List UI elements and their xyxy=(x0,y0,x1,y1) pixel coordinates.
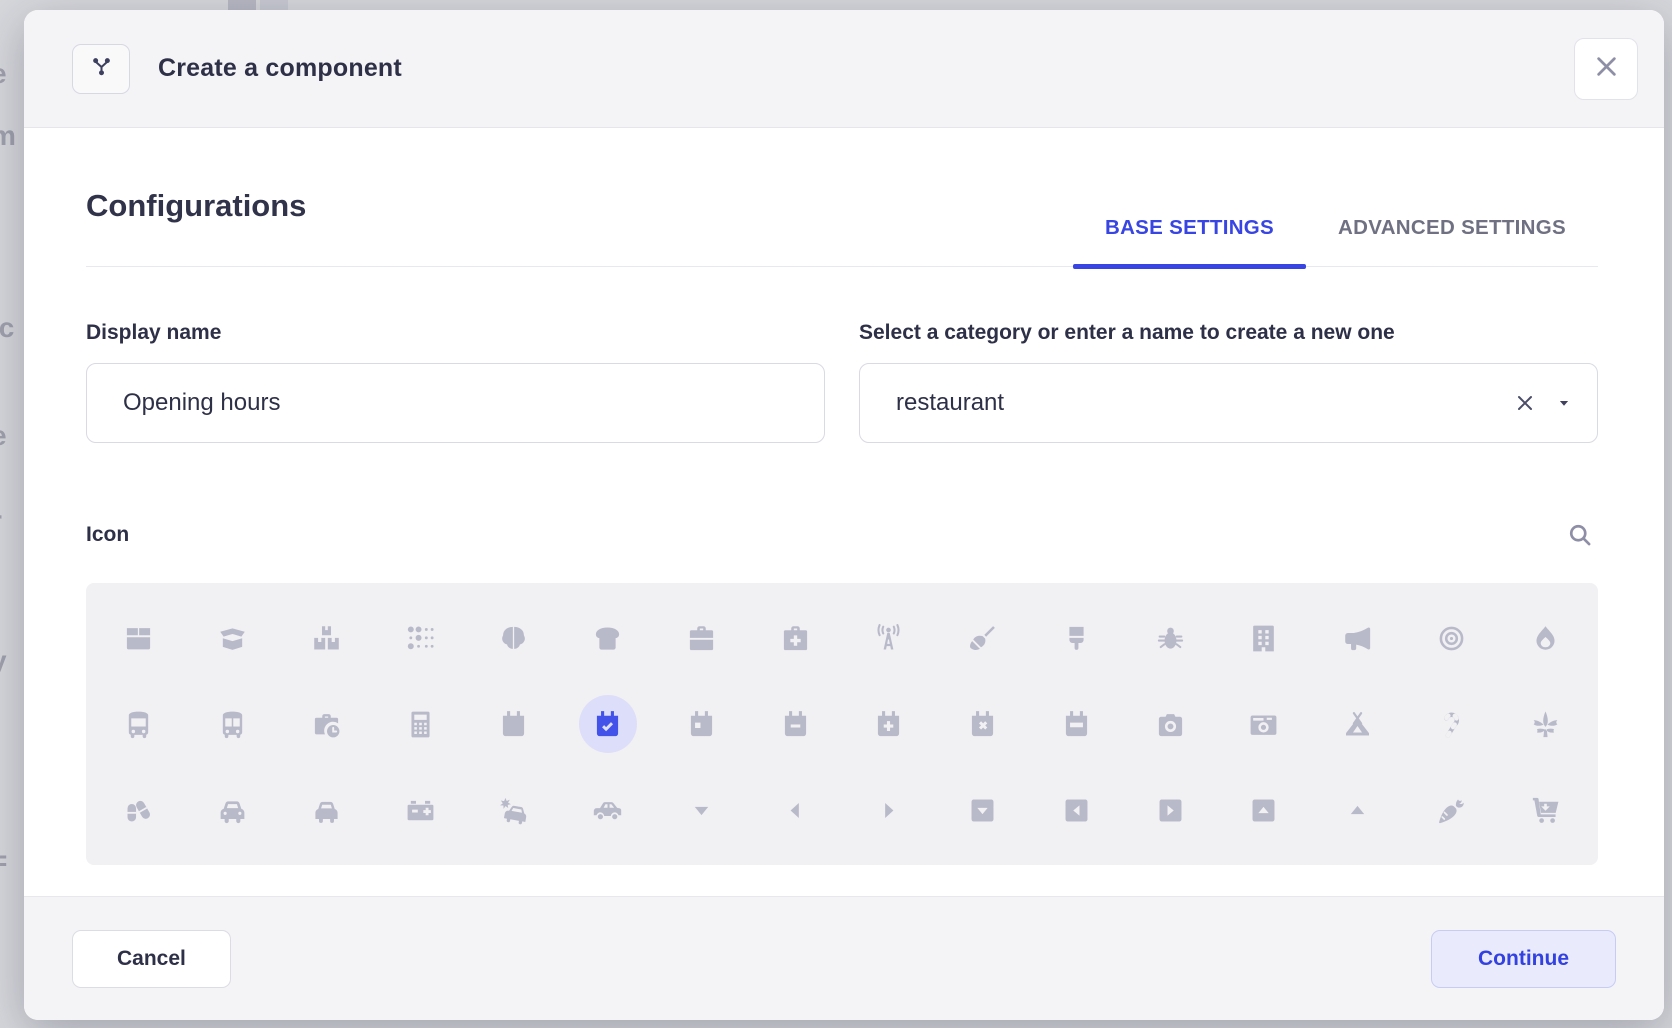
icon-bus[interactable] xyxy=(92,681,186,767)
icon-car-crash[interactable] xyxy=(467,767,561,853)
backdrop-text-fragment: ic xyxy=(0,312,14,344)
tab-base-settings[interactable]: BASE SETTINGS xyxy=(1073,216,1306,266)
caret-down-icon[interactable] xyxy=(1555,394,1573,412)
icon-caret-down[interactable] xyxy=(655,767,749,853)
close-button[interactable] xyxy=(1574,38,1638,100)
icon-car-side[interactable] xyxy=(561,767,655,853)
continue-button[interactable]: Continue xyxy=(1431,930,1616,988)
icon-caret-square-right[interactable] xyxy=(1123,767,1217,853)
backdrop-text-fragment: e xyxy=(0,420,7,452)
icon-cannabis[interactable] xyxy=(1498,681,1592,767)
icon-calendar-plus[interactable] xyxy=(842,681,936,767)
icon-calendar-check[interactable] xyxy=(561,681,655,767)
settings-tabs: BASE SETTINGS ADVANCED SETTINGS xyxy=(1073,216,1598,266)
magnifier-icon[interactable] xyxy=(1562,517,1598,553)
backdrop-text-fragment: e xyxy=(0,58,7,90)
icon-calendar-minus[interactable] xyxy=(748,681,842,767)
icon-caret-square-left[interactable] xyxy=(1030,767,1124,853)
backdrop-text-fragment: m xyxy=(0,120,16,152)
icon-box-open[interactable] xyxy=(186,595,280,681)
backdrop-artifact xyxy=(260,0,288,10)
icon-capsules[interactable] xyxy=(92,767,186,853)
icon-cart-arrow-down[interactable] xyxy=(1498,767,1592,853)
icon-boxes-stacked[interactable] xyxy=(280,595,374,681)
icon-bus-alt[interactable] xyxy=(186,681,280,767)
icon-brain[interactable] xyxy=(467,595,561,681)
icon-camera-retro[interactable] xyxy=(1217,681,1311,767)
icon-box[interactable] xyxy=(92,595,186,681)
backdrop-artifact xyxy=(228,0,256,10)
icon-caret-up[interactable] xyxy=(1311,767,1405,853)
icon-caret-square-down[interactable] xyxy=(936,767,1030,853)
icon-bullseye[interactable] xyxy=(1405,595,1499,681)
config-header-row: Configurations BASE SETTINGS ADVANCED SE… xyxy=(86,188,1598,267)
icon-car[interactable] xyxy=(186,767,280,853)
icon-picker-head: Icon xyxy=(86,517,1598,553)
clear-x-icon[interactable] xyxy=(1509,387,1541,419)
x-icon xyxy=(1593,53,1620,85)
icon-calculator[interactable] xyxy=(373,681,467,767)
icon-briefcase[interactable] xyxy=(655,595,749,681)
icon-briefcase-medical[interactable] xyxy=(748,595,842,681)
icon-calendar[interactable] xyxy=(467,681,561,767)
icon-caret-right[interactable] xyxy=(842,767,936,853)
tab-advanced-settings[interactable]: ADVANCED SETTINGS xyxy=(1306,216,1598,266)
icon-caret-square-up[interactable] xyxy=(1217,767,1311,853)
backdrop-text-fragment: = xyxy=(0,845,7,877)
icon-brush[interactable] xyxy=(1030,595,1124,681)
cancel-button[interactable]: Cancel xyxy=(72,930,231,988)
display-name-label: Display name xyxy=(86,321,825,345)
icon-bread-slice[interactable] xyxy=(561,595,655,681)
dialog-footer: Cancel Continue xyxy=(24,896,1664,1020)
icon-candy-cane[interactable] xyxy=(1405,681,1499,767)
icon-label: Icon xyxy=(86,523,129,547)
icon-picker-section: Icon xyxy=(86,517,1598,865)
display-name-field: Display name xyxy=(86,321,825,443)
icon-calendar-day[interactable] xyxy=(655,681,749,767)
icon-car-battery[interactable] xyxy=(373,767,467,853)
icon-calendar-times[interactable] xyxy=(936,681,1030,767)
category-select[interactable]: restaurant xyxy=(859,363,1598,443)
backdrop-text-fragment: y xyxy=(0,645,7,677)
icon-carrot[interactable] xyxy=(1405,767,1499,853)
component-split-icon xyxy=(88,53,115,85)
section-title: Configurations xyxy=(86,188,306,266)
dialog-title: Create a component xyxy=(158,54,402,83)
create-component-dialog: Create a component Configurations BASE S… xyxy=(24,10,1664,1020)
category-field: Select a category or enter a name to cre… xyxy=(859,321,1598,443)
category-label: Select a category or enter a name to cre… xyxy=(859,321,1598,345)
component-badge xyxy=(72,44,130,94)
category-selected-value: restaurant xyxy=(896,389,1509,417)
icon-bullhorn[interactable] xyxy=(1311,595,1405,681)
icon-campground[interactable] xyxy=(1311,681,1405,767)
icon-caret-left[interactable] xyxy=(748,767,842,853)
dialog-body: Configurations BASE SETTINGS ADVANCED SE… xyxy=(24,128,1664,896)
fields-row: Display name Select a category or enter … xyxy=(86,321,1598,443)
display-name-input[interactable] xyxy=(86,363,825,443)
icon-grid xyxy=(86,583,1598,865)
icon-business-time[interactable] xyxy=(280,681,374,767)
icon-calendar-week[interactable] xyxy=(1030,681,1124,767)
icon-building[interactable] xyxy=(1217,595,1311,681)
icon-broom[interactable] xyxy=(936,595,1030,681)
icon-camera[interactable] xyxy=(1123,681,1217,767)
icon-bug[interactable] xyxy=(1123,595,1217,681)
icon-car-alt[interactable] xyxy=(280,767,374,853)
dialog-header: Create a component xyxy=(24,10,1664,128)
icon-broadcast-tower[interactable] xyxy=(842,595,936,681)
icon-burn[interactable] xyxy=(1498,595,1592,681)
backdrop-text-fragment: r xyxy=(0,505,2,537)
icon-braille[interactable] xyxy=(373,595,467,681)
